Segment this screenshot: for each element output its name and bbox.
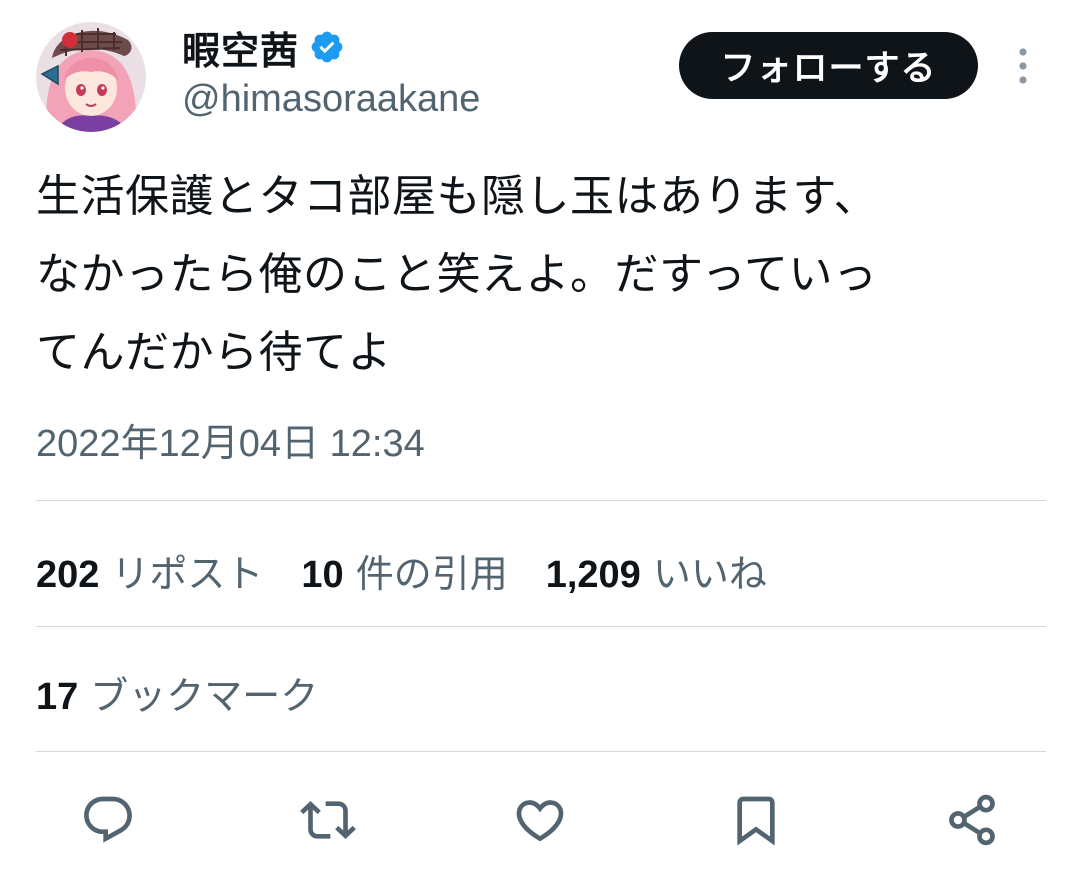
reply-icon[interactable] (78, 790, 138, 850)
quote-count[interactable]: 10 件の引用 (301, 543, 507, 598)
tweet-timestamp[interactable]: 2022年12月04日 12:34 (36, 412, 425, 467)
verified-badge-icon (309, 29, 345, 65)
follow-button[interactable]: フォローする (679, 32, 978, 99)
tweet-text-line: 生活保護とタコ部屋も隠し玉はあります、 (36, 171, 878, 222)
engagement-stats: 202 リポスト 10 件の引用 1,209 いいね (36, 540, 805, 600)
like-count[interactable]: 1,209 いいね (546, 543, 767, 598)
bookmark-icon[interactable] (726, 790, 786, 850)
tweet-text-line: なかったら俺のこと笑えよ。だすっていっ (36, 249, 878, 300)
more-vertical-icon[interactable] (1010, 44, 1036, 88)
bookmark-count[interactable]: 17 ブックマーク (36, 665, 318, 720)
tweet-text-line: てんだから待てよ (36, 327, 392, 378)
author-name-row: 暇空茜 (182, 20, 345, 75)
bookmark-count-value: 17 (36, 675, 79, 718)
display-name[interactable]: 暇空茜 (182, 20, 299, 75)
quote-count-value: 10 (301, 553, 344, 596)
share-icon[interactable] (942, 790, 1002, 850)
tweet-detail: 暇空茜 @himasoraakane フォローする 生活保護とタコ部屋も隠し玉は… (0, 0, 1080, 891)
action-bar (0, 790, 1080, 852)
tweet-text: 生活保護とタコ部屋も隠し玉はあります、 なかったら俺のこと笑えよ。だすっていっ てん… (36, 158, 1046, 392)
divider (36, 751, 1046, 752)
divider (36, 500, 1046, 501)
repost-count-label: リポスト (111, 551, 264, 596)
bookmark-count-label: ブックマーク (90, 673, 319, 718)
author-handle[interactable]: @himasoraakane (182, 78, 480, 121)
avatar-image (36, 22, 146, 132)
repost-icon[interactable] (298, 790, 358, 850)
like-count-label: いいね (652, 551, 767, 596)
divider (36, 626, 1046, 627)
repost-count-value: 202 (36, 553, 100, 596)
bookmark-stats: 17 ブックマーク (36, 662, 356, 722)
avatar[interactable] (36, 22, 146, 132)
quote-count-label: 件の引用 (355, 551, 508, 596)
repost-count[interactable]: 202 リポスト (36, 543, 263, 598)
like-icon[interactable] (510, 790, 570, 850)
like-count-value: 1,209 (545, 553, 641, 596)
